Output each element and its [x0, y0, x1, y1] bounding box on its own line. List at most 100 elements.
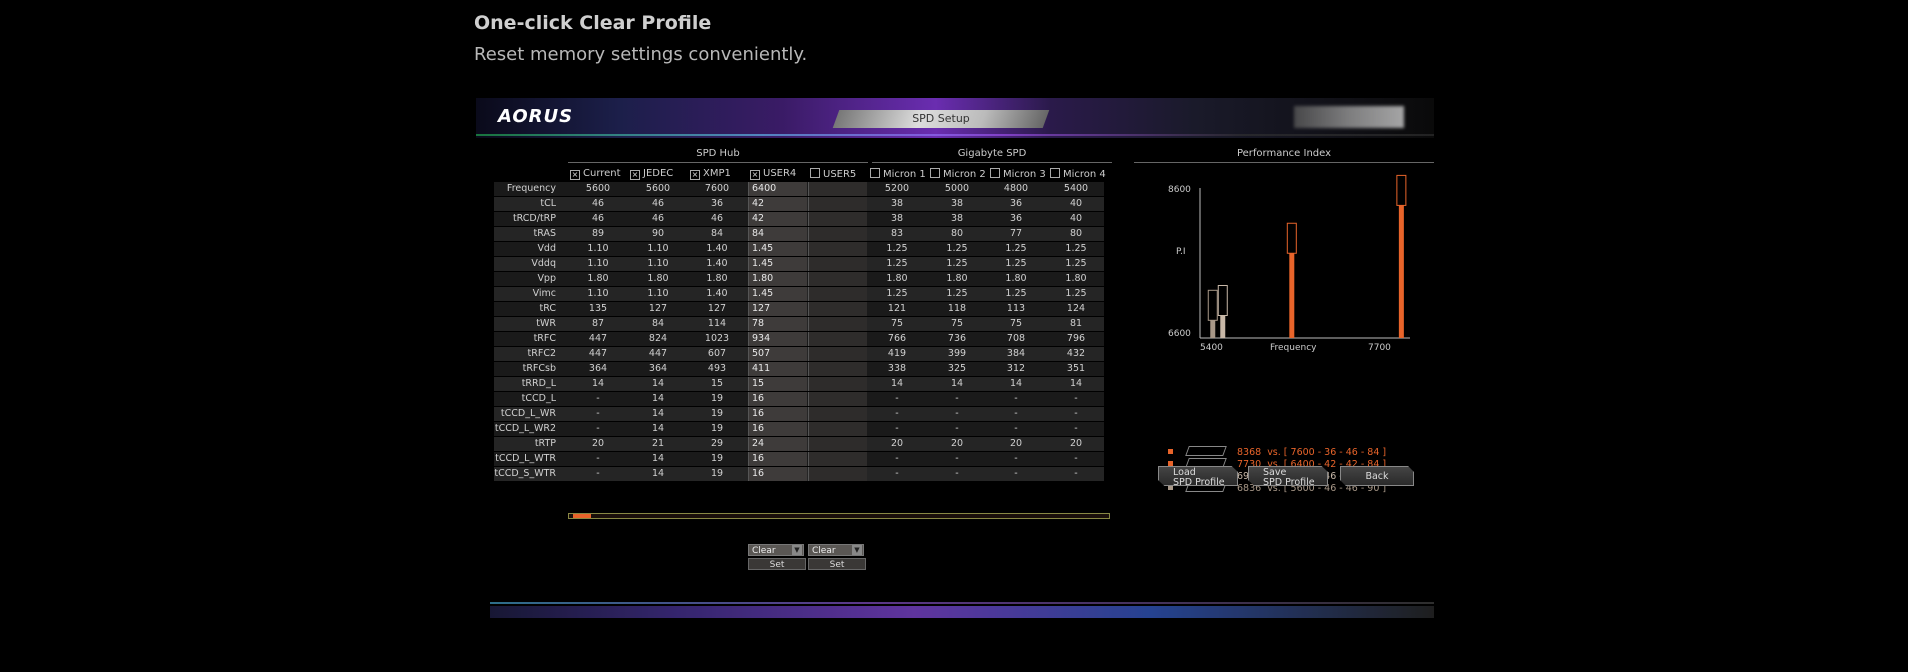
table-row: tWR 87 84 114 78 75 75 75 81 — [494, 317, 1104, 331]
user5-cell[interactable] — [808, 407, 867, 421]
table-cell[interactable]: 6400 — [752, 183, 776, 194]
checkbox-empty-icon[interactable] — [930, 168, 940, 178]
table-cell[interactable]: 84 — [752, 228, 764, 239]
checkbox-empty-icon[interactable] — [870, 168, 880, 178]
checkbox-checked-icon[interactable]: × — [570, 170, 580, 180]
table-cell[interactable]: 127 — [752, 303, 770, 314]
table-cell: - — [1014, 423, 1018, 434]
checkbox-empty-icon[interactable] — [810, 168, 820, 178]
user5-cell[interactable] — [808, 257, 867, 271]
column-header-2[interactable]: × XMP1 — [690, 168, 731, 180]
column-header-8[interactable]: Micron 4 — [1050, 168, 1106, 180]
save-spd-profile-button[interactable]: Save SPD Profile — [1248, 466, 1328, 486]
table-cell[interactable]: 507 — [752, 348, 770, 359]
column-header-3[interactable]: × USER4 — [750, 168, 796, 180]
user5-cell[interactable] — [808, 182, 867, 196]
table-cell[interactable]: 16 — [752, 408, 764, 419]
table-cell: 5600 — [585, 183, 611, 194]
user5-cell[interactable] — [808, 272, 867, 286]
load-spd-profile-button[interactable]: Load SPD Profile — [1158, 466, 1238, 486]
table-cell[interactable]: 1.45 — [752, 243, 773, 254]
table-cell[interactable]: 16 — [752, 453, 764, 464]
table-cell: 399 — [947, 348, 967, 359]
table-cell[interactable]: 42 — [752, 198, 764, 209]
table-cell[interactable]: 934 — [752, 333, 770, 344]
horizontal-scrollbar[interactable] — [568, 513, 1110, 519]
user5-clear-dropdown[interactable]: Clear ▼ — [808, 544, 864, 556]
table-cell[interactable]: 16 — [752, 468, 764, 479]
user5-cell[interactable] — [808, 362, 867, 376]
checkbox-checked-icon[interactable]: × — [750, 170, 760, 180]
gigabyte-spd-divider — [872, 162, 1112, 163]
user5-cell[interactable] — [808, 347, 867, 361]
checkbox-empty-icon[interactable] — [1050, 168, 1060, 178]
user5-cell[interactable] — [808, 452, 867, 466]
user5-set-button[interactable]: Set — [808, 558, 866, 570]
table-cell[interactable]: 78 — [752, 318, 764, 329]
user5-cell[interactable] — [808, 287, 867, 301]
user5-cell[interactable] — [808, 317, 867, 331]
user5-cell[interactable] — [808, 467, 867, 481]
table-cell[interactable]: 1.45 — [752, 258, 773, 269]
column-header-4[interactable]: USER5 — [810, 168, 856, 180]
user5-cell[interactable] — [808, 227, 867, 241]
column-header-7[interactable]: Micron 3 — [990, 168, 1046, 180]
user5-cell[interactable] — [808, 392, 867, 406]
table-cell: - — [1074, 423, 1078, 434]
table-row: tCCD_L - 14 19 16 - - - - — [494, 392, 1104, 406]
column-header-1[interactable]: × JEDEC — [630, 168, 673, 180]
table-cell: 1.10 — [587, 243, 609, 254]
table-cell: 1.80 — [647, 273, 669, 284]
user4-dropdown-value: Clear — [752, 546, 776, 556]
table-cell[interactable]: 1.80 — [752, 273, 773, 284]
column-header-label: USER4 — [763, 168, 797, 179]
checkbox-empty-icon[interactable] — [990, 168, 1000, 178]
user4-set-button[interactable]: Set — [748, 558, 806, 570]
checkbox-checked-icon[interactable]: × — [630, 170, 640, 180]
table-cell: 14 — [651, 423, 665, 434]
user5-cell[interactable] — [808, 242, 867, 256]
table-row: Frequency 5600 5600 7600 6400 5200 5000 4800 540… — [494, 182, 1104, 196]
table-cell: - — [1074, 393, 1078, 404]
table-cell[interactable]: 411 — [752, 363, 770, 374]
user5-cell[interactable] — [808, 302, 867, 316]
user5-cell[interactable] — [808, 437, 867, 451]
table-cell[interactable]: 42 — [752, 213, 764, 224]
row-label: Frequency — [506, 183, 556, 194]
user5-cell[interactable] — [808, 422, 867, 436]
spd-setup-tab: SPD Setup — [832, 110, 1050, 128]
table-cell[interactable]: 16 — [752, 423, 764, 434]
scrollbar-thumb[interactable] — [573, 514, 591, 518]
table-cell: 114 — [707, 318, 727, 329]
column-header-0[interactable]: × Current — [570, 168, 621, 180]
column-header-5[interactable]: Micron 1 — [870, 168, 926, 180]
table-cell: 14 — [950, 378, 964, 389]
table-cell: 14 — [651, 453, 665, 464]
user4-clear-dropdown[interactable]: Clear ▼ — [748, 544, 804, 556]
table-cell: 20 — [890, 438, 904, 449]
user5-cell[interactable] — [808, 212, 867, 226]
user5-cell[interactable] — [808, 377, 867, 391]
table-cell: - — [895, 393, 899, 404]
table-cell: 38 — [890, 213, 904, 224]
table-cell[interactable]: 1.45 — [752, 288, 773, 299]
table-cell[interactable]: 16 — [752, 393, 764, 404]
user5-cell[interactable] — [808, 332, 867, 346]
bar-tag-xmp1 — [1396, 174, 1407, 206]
column-header-6[interactable]: Micron 2 — [930, 168, 986, 180]
table-cell[interactable]: 24 — [752, 438, 764, 449]
table-row: Vpp 1.80 1.80 1.80 1.80 1.80 1.80 1.80 1.80 — [494, 272, 1104, 286]
row-label: tRC — [539, 303, 557, 314]
checkbox-checked-icon[interactable]: × — [690, 170, 700, 180]
table-row: tRCD/tRP 46 46 46 42 38 38 36 40 — [494, 212, 1104, 226]
table-cell: 29 — [710, 438, 724, 449]
table-cell: 20 — [950, 438, 964, 449]
back-button[interactable]: Back — [1340, 466, 1414, 486]
table-cell: 83 — [890, 228, 904, 239]
user5-dropdown-value: Clear — [812, 546, 836, 556]
user5-cell[interactable] — [808, 197, 867, 211]
table-cell[interactable]: 15 — [752, 378, 764, 389]
table-cell: - — [955, 393, 959, 404]
table-cell: - — [895, 453, 899, 464]
column-header-label: Micron 3 — [1003, 169, 1046, 180]
